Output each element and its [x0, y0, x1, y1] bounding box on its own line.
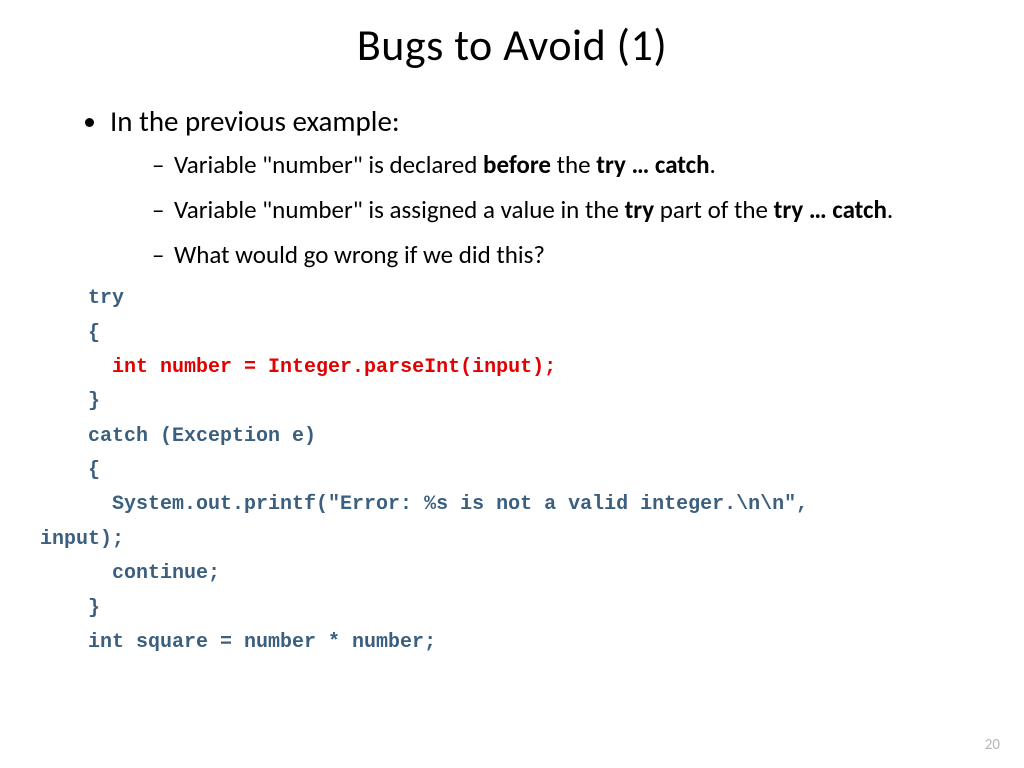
- sub-bullet-2: Variable "number" is assigned a value in…: [152, 192, 954, 227]
- code-line: catch (Exception e): [40, 425, 316, 448]
- code-line: input);: [40, 528, 124, 551]
- sub-bullet-1: Variable "number" is declared before the…: [152, 147, 954, 182]
- bullet-item-1: In the previous example: Variable "numbe…: [110, 102, 954, 272]
- code-line: int square = number * number;: [40, 631, 436, 654]
- code-pad: [40, 356, 112, 379]
- sub-bullet-3: What would go wrong if we did this?: [152, 237, 954, 272]
- code-line-red: int number = Integer.parseInt(input);: [112, 356, 556, 379]
- text: .: [710, 149, 716, 180]
- code-line: {: [40, 322, 100, 345]
- code-line: continue;: [40, 562, 220, 585]
- page-number: 20: [985, 736, 1000, 754]
- code-line: {: [40, 459, 100, 482]
- text: What would go wrong if we did this?: [174, 239, 545, 270]
- slide: Bugs to Avoid (1) In the previous exampl…: [0, 0, 1024, 768]
- code-line: }: [40, 597, 100, 620]
- sub-bullet-list: Variable "number" is declared before the…: [110, 147, 954, 272]
- code-block: try { int number = Integer.parseInt(inpu…: [40, 282, 954, 660]
- slide-title: Bugs to Avoid (1): [0, 0, 1024, 72]
- text: Variable "number" is declared: [174, 149, 483, 180]
- text-bold: try: [625, 194, 655, 225]
- text-bold: try … catch: [774, 194, 887, 225]
- code-line: try: [40, 287, 124, 310]
- code-line: }: [40, 390, 100, 413]
- text: the: [551, 149, 596, 180]
- text: Variable "number" is assigned a value in…: [174, 194, 625, 225]
- code-line: System.out.printf("Error: %s is not a va…: [40, 493, 808, 516]
- bullet-list: In the previous example: Variable "numbe…: [70, 102, 954, 272]
- text: part of the: [654, 194, 774, 225]
- text: .: [887, 194, 893, 225]
- text-bold: before: [483, 149, 551, 180]
- bullet-text: In the previous example:: [110, 103, 400, 139]
- slide-body: In the previous example: Variable "numbe…: [0, 72, 1024, 660]
- text-bold: try … catch: [596, 149, 709, 180]
